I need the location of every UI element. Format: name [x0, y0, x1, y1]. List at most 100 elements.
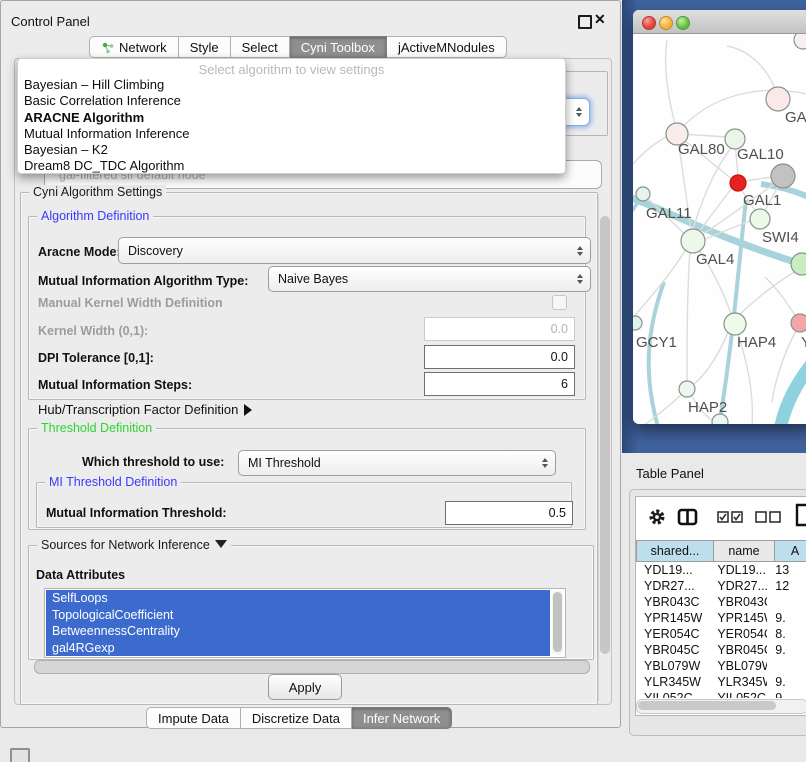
- mi-type-combo[interactable]: Naive Bayes: [268, 266, 591, 292]
- table-cell[interactable]: 9: [767, 690, 806, 698]
- attribute-item[interactable]: SelfLoops: [46, 590, 550, 607]
- table-cell[interactable]: 9.: [767, 642, 806, 658]
- algorithm-option[interactable]: Dream8 DC_TDC Algorithm: [18, 158, 565, 174]
- column-header-3[interactable]: A: [775, 540, 806, 562]
- mi-threshold-field[interactable]: 0.5: [445, 501, 573, 525]
- column-header-1[interactable]: shared...: [636, 540, 714, 562]
- table-cell[interactable]: YIL052C: [636, 690, 709, 698]
- tab-network[interactable]: Network: [89, 36, 179, 58]
- sources-group-title[interactable]: Sources for Network Inference: [37, 538, 231, 552]
- network-node-gal4[interactable]: [681, 229, 705, 253]
- settings-horizontal-scrollbar-thumb[interactable]: [34, 660, 590, 674]
- aracne-mode-combo[interactable]: Discovery: [118, 237, 591, 264]
- close-traffic-light-icon[interactable]: [642, 16, 656, 30]
- tab-select[interactable]: Select: [231, 36, 290, 58]
- attributes-scrollbar-thumb[interactable]: [553, 592, 562, 652]
- network-node-gcy1[interactable]: [633, 316, 642, 330]
- table-cell[interactable]: YBL079W: [636, 658, 709, 674]
- network-node-hap4[interactable]: [724, 313, 746, 335]
- table-cell[interactable]: [767, 594, 806, 610]
- table-cell[interactable]: 12: [767, 578, 806, 594]
- attributes-scrollbar[interactable]: [552, 591, 563, 655]
- network-node[interactable]: [794, 34, 806, 49]
- table-cell[interactable]: YBR043C: [636, 594, 709, 610]
- network-canvas[interactable]: GALGAL80GAL10GAL1GAL11GAL4SWI4GCY1HAP4YH…: [633, 34, 806, 424]
- float-window-icon[interactable]: [578, 15, 592, 29]
- table-row[interactable]: YDR27...YDR27...12: [636, 578, 806, 594]
- network-node[interactable]: [730, 175, 746, 191]
- algorithm-option[interactable]: Mutual Information Inference: [18, 126, 565, 142]
- table-row[interactable]: YBL079WYBL079W: [636, 658, 806, 674]
- table-row[interactable]: YLR345WYLR345W9.: [636, 674, 806, 690]
- collapsed-panel-icon[interactable]: [10, 748, 30, 762]
- attribute-item[interactable]: gal4RGexp: [46, 640, 550, 657]
- network-node[interactable]: [712, 414, 728, 424]
- table-cell[interactable]: YER054C: [636, 626, 709, 642]
- tab-cyni-toolbox[interactable]: Cyni Toolbox: [290, 36, 387, 58]
- table-cell[interactable]: YBR043C: [709, 594, 767, 610]
- table-horizontal-scrollbar-thumb[interactable]: [638, 701, 776, 710]
- table-horizontal-scrollbar[interactable]: [636, 699, 806, 714]
- kernel-width-field[interactable]: 0.0: [424, 317, 575, 341]
- algorithm-option[interactable]: ARACNE Algorithm: [18, 110, 565, 126]
- table-cell[interactable]: YLR345W: [709, 674, 767, 690]
- table-row[interactable]: YDL19...YDL19...13: [636, 562, 806, 578]
- close-icon[interactable]: ✕: [594, 11, 606, 28]
- table-row[interactable]: YBR045CYBR045C9.: [636, 642, 806, 658]
- network-node-y[interactable]: [791, 314, 806, 332]
- gear-icon[interactable]: [648, 508, 666, 526]
- algorithm-option[interactable]: Basic Correlation Inference: [18, 93, 565, 109]
- table-cell[interactable]: 9.: [767, 610, 806, 626]
- attribute-item[interactable]: TopologicalCoefficient: [46, 607, 550, 624]
- table-cell[interactable]: 8.: [767, 626, 806, 642]
- table-cell[interactable]: YLR345W: [636, 674, 709, 690]
- table-cell[interactable]: YPR145W: [709, 610, 767, 626]
- tab-discretize-data[interactable]: Discretize Data: [241, 707, 352, 729]
- tab-impute-data[interactable]: Impute Data: [146, 707, 241, 729]
- table-cell[interactable]: [767, 658, 806, 674]
- apply-button[interactable]: Apply: [268, 674, 342, 700]
- attribute-item[interactable]: BetweennessCentrality: [46, 623, 550, 640]
- table-cell[interactable]: 13: [767, 562, 806, 578]
- network-node-gal[interactable]: [766, 87, 790, 111]
- zoom-traffic-light-icon[interactable]: [676, 16, 690, 30]
- network-node-hap2[interactable]: [679, 381, 695, 397]
- column-header-2[interactable]: name: [714, 540, 775, 562]
- table-cell[interactable]: YBR045C: [636, 642, 709, 658]
- minimize-traffic-light-icon[interactable]: [659, 16, 673, 30]
- mi-steps-field[interactable]: 6: [424, 372, 575, 396]
- table-row[interactable]: YIL052CYIL052C9: [636, 690, 806, 698]
- network-window-titlebar[interactable]: [633, 10, 806, 34]
- split-columns-icon[interactable]: [677, 508, 698, 526]
- table-cell[interactable]: 9.: [767, 674, 806, 690]
- hub-definition-toggle[interactable]: Hub/Transcription Factor Definition: [38, 402, 252, 417]
- settings-vertical-scrollbar-thumb[interactable]: [600, 216, 610, 654]
- table-cell[interactable]: YDL19...: [636, 562, 709, 578]
- tab-style[interactable]: Style: [179, 36, 231, 58]
- settings-vertical-scrollbar[interactable]: [598, 194, 611, 701]
- algorithm-option[interactable]: Bayesian – Hill Climbing: [18, 77, 565, 93]
- network-node-gal11[interactable]: [636, 187, 650, 201]
- manual-kernel-checkbox[interactable]: [552, 295, 567, 310]
- dpi-tolerance-field[interactable]: 0.0: [424, 345, 575, 369]
- checked-boxes-icon[interactable]: [717, 511, 743, 523]
- tab-infer-network[interactable]: Infer Network: [352, 707, 452, 729]
- table-cell[interactable]: YDR27...: [709, 578, 767, 594]
- table-row[interactable]: YBR043CYBR043C: [636, 594, 806, 610]
- document-icon[interactable]: [794, 503, 806, 527]
- table-cell[interactable]: YER054C: [709, 626, 767, 642]
- tab-jactivemnodules[interactable]: jActiveMNodules: [387, 36, 507, 58]
- network-node-swi4[interactable]: [791, 253, 806, 275]
- table-cell[interactable]: YBR045C: [709, 642, 767, 658]
- table-cell[interactable]: YDL19...: [709, 562, 767, 578]
- table-cell[interactable]: YIL052C: [709, 690, 767, 698]
- table-cell[interactable]: YPR145W: [636, 610, 709, 626]
- unchecked-boxes-icon[interactable]: [755, 511, 781, 523]
- table-row[interactable]: YER054CYER054C8.: [636, 626, 806, 642]
- network-node[interactable]: [771, 164, 795, 188]
- table-cell[interactable]: YBL079W: [709, 658, 767, 674]
- table-cell[interactable]: YDR27...: [636, 578, 709, 594]
- table-row[interactable]: YPR145WYPR145W9.: [636, 610, 806, 626]
- which-threshold-combo[interactable]: MI Threshold: [238, 450, 556, 476]
- network-node-gal1[interactable]: [750, 209, 770, 229]
